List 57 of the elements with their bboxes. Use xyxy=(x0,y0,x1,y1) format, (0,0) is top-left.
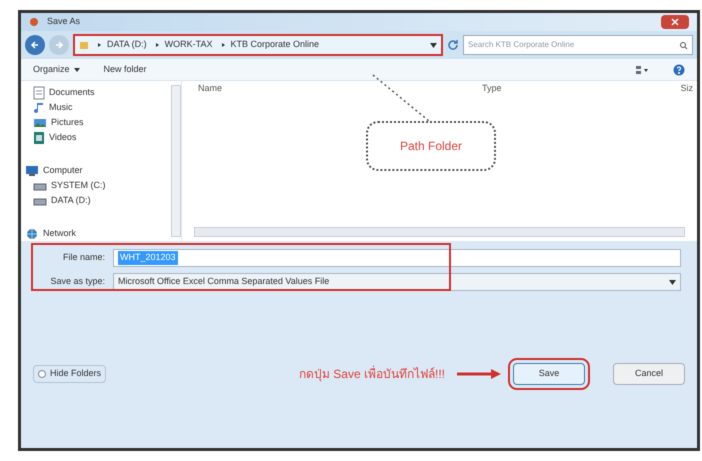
sidebar-item[interactable]: Videos xyxy=(33,130,171,145)
sidebar-item[interactable]: Computer xyxy=(25,163,171,178)
file-name-label: File name: xyxy=(62,251,105,264)
scrollbar[interactable] xyxy=(171,85,181,237)
sidebar-item[interactable]: Music xyxy=(33,100,171,115)
sidebar-item[interactable]: DATA (D:) xyxy=(33,193,171,208)
music-note-icon xyxy=(33,100,45,114)
folder-icon xyxy=(79,40,89,50)
organize-button[interactable]: Organize xyxy=(33,62,80,76)
drive-icon xyxy=(33,180,47,190)
back-button[interactable] xyxy=(25,35,45,55)
callout-bubble: Path Folder xyxy=(366,121,496,171)
column-header[interactable]: Siz xyxy=(577,82,697,96)
hide-folders-button[interactable]: Hide Folders xyxy=(33,364,106,382)
dropdown-icon xyxy=(430,42,437,48)
leader-line xyxy=(371,73,431,123)
file-name-value: WHT_201203 xyxy=(118,251,178,265)
film-icon xyxy=(33,130,45,144)
picture-icon xyxy=(33,116,47,128)
breadcrumb[interactable]: WORK-TAX xyxy=(164,38,213,52)
dropdown-icon xyxy=(669,280,676,284)
new-folder-button[interactable]: New folder xyxy=(104,62,147,76)
refresh-icon xyxy=(447,39,459,51)
window-title: Save As xyxy=(47,15,80,28)
cancel-button[interactable]: Cancel xyxy=(613,362,685,384)
save-type-dropdown[interactable]: Microsoft Office Excel Comma Separated Values File xyxy=(113,273,681,291)
chevron-icon xyxy=(220,42,227,48)
address-bar[interactable]: DATA (D:) WORK-TAX KTB Corporate Online xyxy=(73,34,443,56)
breadcrumb[interactable]: KTB Corporate Online xyxy=(230,38,320,52)
computer-icon xyxy=(25,164,39,176)
column-header[interactable]: Type xyxy=(482,82,577,96)
caret-icon xyxy=(74,68,80,72)
search-placeholder: Search KTB Corporate Online xyxy=(468,39,576,51)
back-arrow-icon xyxy=(30,40,40,50)
search-icon xyxy=(679,40,688,50)
help-icon xyxy=(673,64,685,76)
collapse-icon xyxy=(38,370,46,378)
sidebar-item[interactable]: Pictures xyxy=(33,115,171,130)
chevron-icon xyxy=(154,42,161,48)
view-icon xyxy=(635,64,649,74)
sidebar-item[interactable]: Network xyxy=(25,226,171,241)
network-icon xyxy=(25,228,39,240)
app-icon xyxy=(29,17,39,27)
column-header[interactable]: Name xyxy=(182,82,482,96)
chevron-icon xyxy=(97,42,103,48)
close-button[interactable] xyxy=(661,15,689,29)
close-icon xyxy=(671,18,679,26)
breadcrumb[interactable]: DATA (D:) xyxy=(107,38,147,52)
sidebar-item[interactable]: Documents xyxy=(33,85,171,100)
drive-icon xyxy=(33,196,47,206)
document-icon xyxy=(33,86,45,100)
horizontal-scrollbar[interactable] xyxy=(194,227,685,237)
forward-arrow-icon xyxy=(54,40,64,50)
sidebar-item[interactable]: SYSTEM (C:) xyxy=(33,178,171,193)
arrow-icon xyxy=(457,368,501,378)
save-type-label: Save as type: xyxy=(49,275,105,288)
instruction-note: กดปุ่ม Save เพื่อบันทึกไฟล์!!! xyxy=(298,364,445,382)
